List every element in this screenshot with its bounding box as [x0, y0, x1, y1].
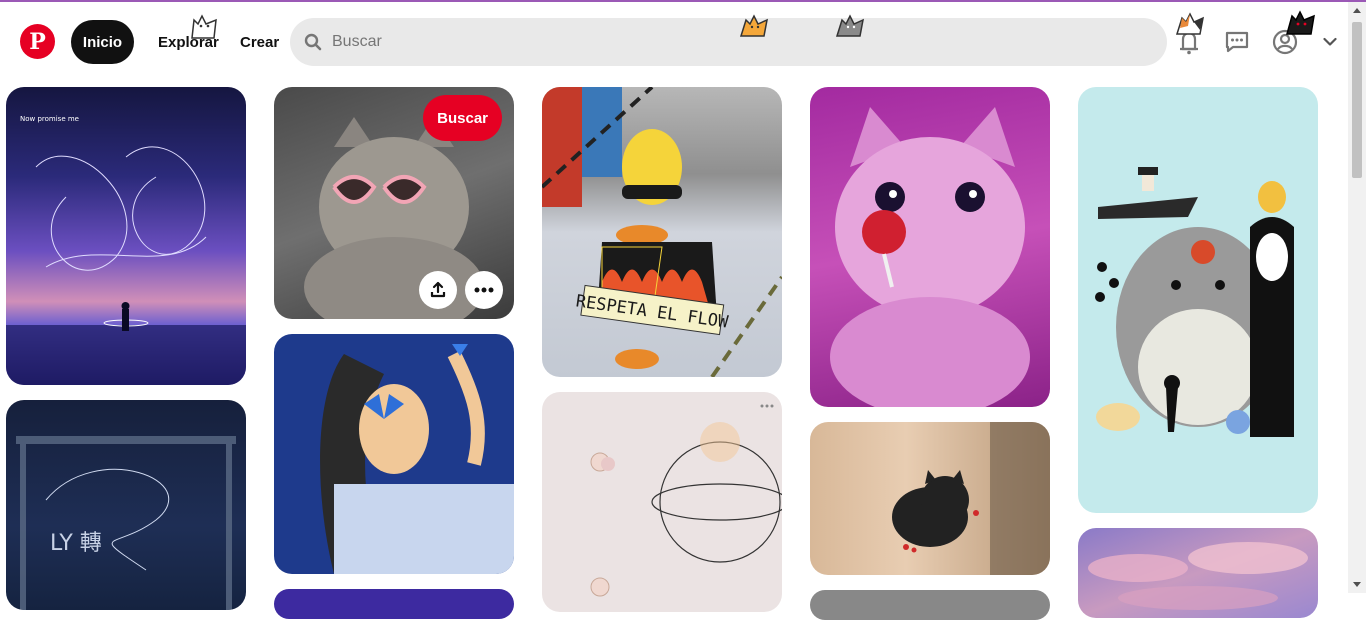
messages-button[interactable]	[1221, 24, 1253, 60]
pin-pink-cat-lollipop[interactable]	[810, 87, 1050, 407]
pin-planet-sketch[interactable]	[542, 392, 782, 612]
white-cat-sprite-icon	[191, 14, 217, 39]
page-scrollbar[interactable]	[1348, 2, 1366, 593]
pin-pink-clouds[interactable]	[1078, 528, 1318, 618]
pin-ghibli-art	[1095, 167, 1294, 437]
pin-cat-tattoo-art	[892, 422, 1050, 575]
search-bar[interactable]	[290, 18, 1167, 66]
gray-cat-sprite-icon	[835, 14, 865, 37]
pin-planet-sketch-art	[590, 404, 782, 597]
pinterest-icon: P	[29, 28, 46, 55]
scrollbar-thumb[interactable]	[1352, 22, 1362, 178]
pin-purple-partial[interactable]	[274, 589, 514, 619]
pin-duck-flow[interactable]: RESPETA EL FLOW	[542, 87, 782, 377]
save-pin-button[interactable]: Buscar	[423, 95, 502, 141]
pin-galaxy-couple[interactable]: Now promise me	[6, 87, 246, 385]
pin-girl-butterflies[interactable]	[274, 334, 514, 574]
pin-night-sky-art: LY 轉	[16, 430, 236, 610]
nav-create-link[interactable]: Crear	[240, 20, 279, 64]
pin-ly-caption: LY 轉	[50, 531, 102, 556]
calico-cat-sprite-icon	[1175, 12, 1205, 35]
pin-cat-tattoo[interactable]	[810, 422, 1050, 575]
pinterest-logo[interactable]: P	[20, 24, 55, 59]
pin-pink-cat-art	[830, 107, 1030, 407]
pin-galaxy-art: Now promise me	[6, 115, 246, 385]
search-input[interactable]	[332, 33, 1132, 51]
pin-pink-clouds-art	[1088, 542, 1308, 610]
pin-duck-art: RESPETA EL FLOW	[542, 87, 782, 377]
search-icon	[304, 33, 322, 51]
account-menu-button[interactable]	[1318, 24, 1342, 60]
scroll-down-arrow-icon[interactable]	[1353, 582, 1361, 587]
pin-night-sky-ly[interactable]: LY 轉	[6, 400, 246, 610]
upload-icon	[430, 281, 446, 298]
chat-icon	[1225, 31, 1249, 53]
pin-cat-sunglasses[interactable]: Buscar	[274, 87, 514, 319]
share-pin-button[interactable]	[419, 271, 457, 309]
orange-cat-sprite-icon	[739, 14, 769, 37]
pin-galaxy-caption: Now promise me	[20, 115, 79, 123]
pin-ghibli-characters[interactable]	[1078, 87, 1318, 513]
ellipsis-icon	[474, 287, 494, 293]
chevron-down-icon	[1323, 37, 1337, 46]
black-cat-sprite-icon	[1286, 10, 1315, 35]
pin-gray-partial[interactable]	[810, 590, 1050, 620]
scroll-up-arrow-icon[interactable]	[1353, 8, 1361, 13]
nav-home-button[interactable]: Inicio	[71, 20, 134, 64]
pin-girl-butterflies-art	[320, 344, 514, 574]
top-nav-bar: P Inicio Explorar Crear	[0, 2, 1348, 80]
more-options-button[interactable]	[465, 271, 503, 309]
